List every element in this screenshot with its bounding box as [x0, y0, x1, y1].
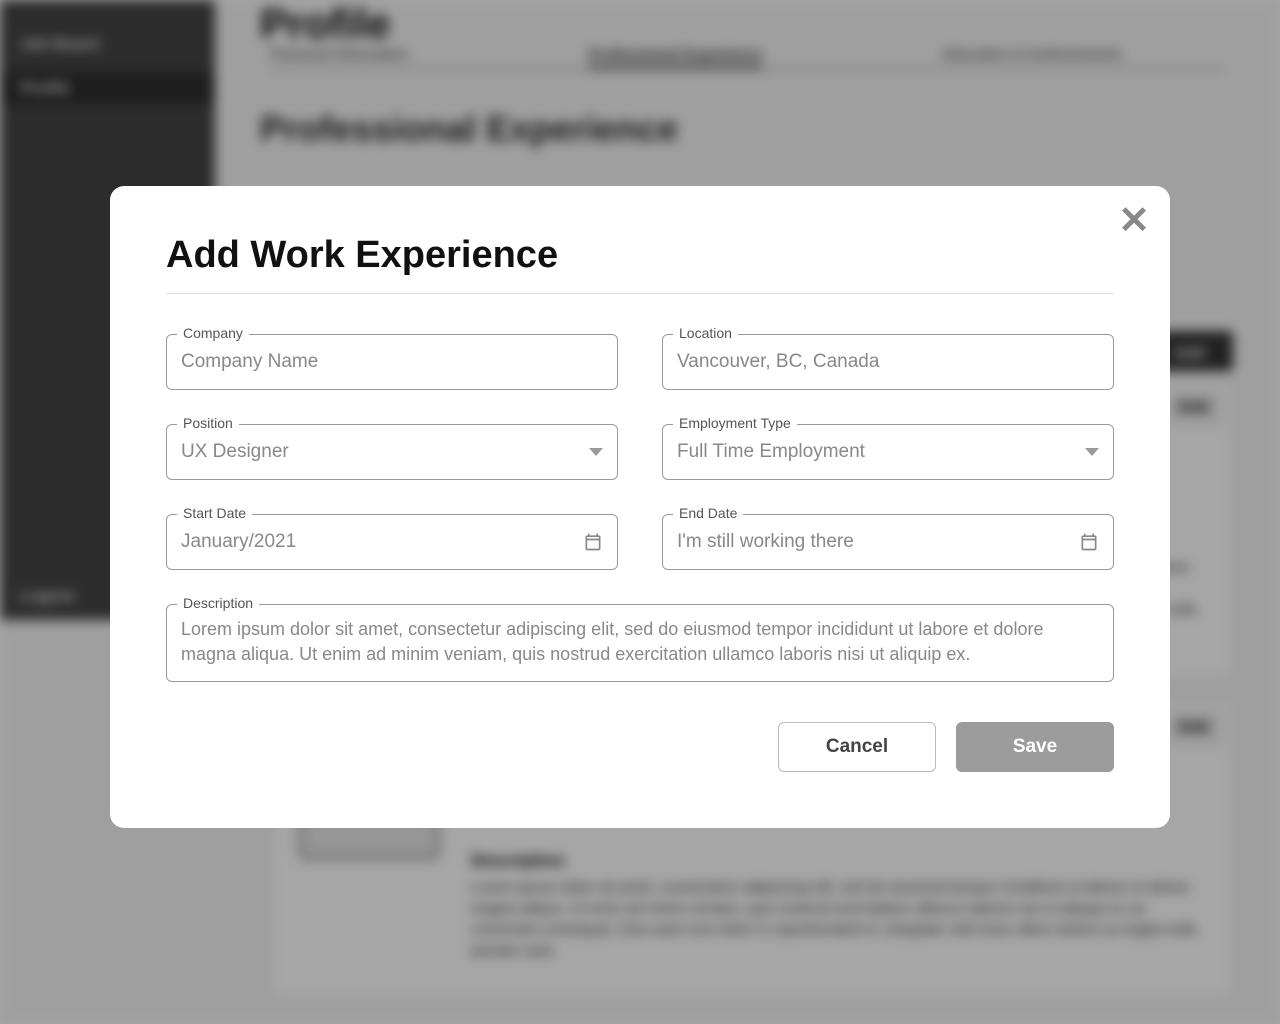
end-date-value: I'm still working there [677, 531, 1079, 553]
divider [166, 293, 1114, 294]
end-date-field[interactable]: End Date I'm still working there [662, 514, 1114, 570]
employment-type-select[interactable]: Employment Type Full Time Employment [662, 424, 1114, 480]
description-value: Lorem ipsum dolor sit amet, consectetur … [181, 617, 1099, 667]
employment-type-value: Full Time Employment [677, 441, 1085, 463]
position-value: UX Designer [181, 441, 589, 463]
start-date-value: January/2021 [181, 531, 583, 553]
calendar-icon [583, 532, 603, 552]
add-work-experience-modal: ✕ Add Work Experience Company Company Na… [110, 186, 1170, 828]
end-date-label: End Date [673, 505, 743, 521]
employment-type-label: Employment Type [673, 415, 797, 431]
close-icon[interactable]: ✕ [1118, 202, 1150, 240]
description-label: Description [177, 595, 259, 611]
location-label: Location [673, 325, 738, 341]
cancel-button[interactable]: Cancel [778, 722, 936, 772]
location-field[interactable]: Location Vancouver, BC, Canada [662, 334, 1114, 390]
company-field[interactable]: Company Company Name [166, 334, 618, 390]
chevron-down-icon [1085, 448, 1099, 456]
start-date-label: Start Date [177, 505, 252, 521]
start-date-field[interactable]: Start Date January/2021 [166, 514, 618, 570]
modal-title: Add Work Experience [166, 234, 1114, 277]
calendar-icon [1079, 532, 1099, 552]
company-value: Company Name [181, 351, 603, 373]
location-value: Vancouver, BC, Canada [677, 351, 1099, 373]
description-field[interactable]: Description Lorem ipsum dolor sit amet, … [166, 604, 1114, 682]
company-label: Company [177, 325, 249, 341]
chevron-down-icon [589, 448, 603, 456]
position-select[interactable]: Position UX Designer [166, 424, 618, 480]
position-label: Position [177, 415, 239, 431]
save-button[interactable]: Save [956, 722, 1114, 772]
